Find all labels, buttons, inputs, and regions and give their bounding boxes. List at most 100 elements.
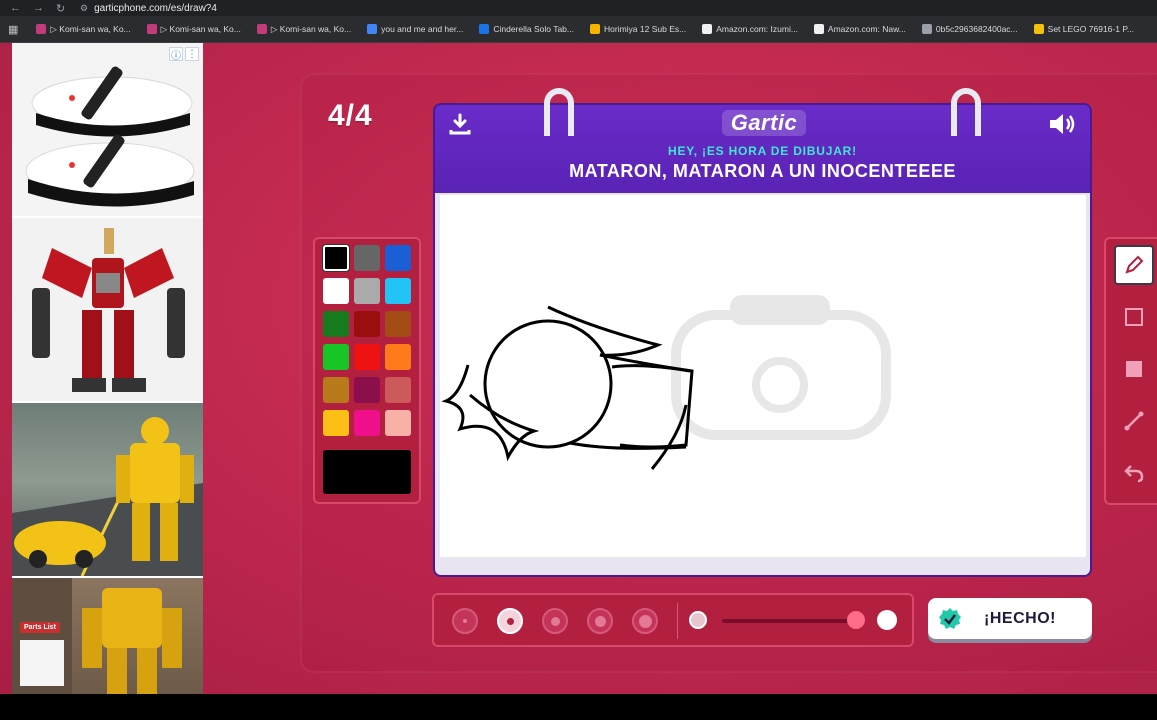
color-swatch[interactable] [354,311,380,337]
color-palette [313,237,421,504]
bookmark-favicon-icon [479,24,490,34]
color-swatch[interactable] [323,245,349,271]
bookmarks-bar: ▦ ▷ Komi-san wa, Ko... ▷ Komi-san wa, Ko.… [0,16,1157,43]
opacity-min-icon [689,611,707,629]
download-icon[interactable] [448,112,472,136]
controls-divider [677,603,678,639]
nav-buttons: ← → ↻ [0,2,80,15]
bookmark-item[interactable]: Set LEGO 76916-1 P... [1026,24,1142,35]
brush-size-option[interactable] [587,608,613,634]
color-swatch[interactable] [385,278,411,304]
done-button[interactable]: ¡HECHO! [928,598,1092,639]
brush-size-option[interactable] [497,608,523,634]
current-color-preview [323,450,411,494]
color-swatch[interactable] [323,311,349,337]
color-swatch[interactable] [354,377,380,403]
ad-badge[interactable]: ⓘ ⋮ [169,47,199,62]
brush-size-option[interactable] [452,608,478,634]
drawing-canvas[interactable] [440,195,1086,557]
ad-transformer-set[interactable]: Parts List [12,578,203,694]
gartic-logo: Gartic [722,110,806,136]
pen-icon [1125,255,1144,274]
bookmark-label: Cinderella Solo Tab... [493,24,574,34]
undo-tool[interactable] [1114,453,1154,493]
color-swatch[interactable] [354,245,380,271]
ad-bumblebee-car[interactable] [12,403,203,576]
bookmark-item[interactable]: 0b5c2963682400ac... [914,24,1026,35]
color-swatch[interactable] [354,344,380,370]
undo-icon [1124,465,1144,483]
bookmark-label: 0b5c2963682400ac... [935,24,1018,34]
color-swatch[interactable] [385,410,411,436]
bookmark-item[interactable]: ▷ Komi-san wa, Ko... [139,24,249,35]
url-text[interactable]: garticphone.com/es/draw?4 [94,3,217,14]
opacity-slider-knob[interactable] [847,611,865,629]
color-swatch[interactable] [385,311,411,337]
color-swatch[interactable] [385,344,411,370]
color-swatches [323,245,411,436]
site-info-icon[interactable]: ⚙ [80,3,88,14]
bookmark-item[interactable]: Horimiya 12 Sub Es... [582,24,694,35]
color-swatch[interactable] [323,344,349,370]
ad-column: ⓘ ⋮ Parts List [12,43,203,694]
bookmark-favicon-icon [702,24,713,34]
line-icon [1124,411,1144,431]
bookmark-item[interactable]: ▷ Komi-san wa, Ko... [28,24,138,35]
brush-size-dot [638,614,652,628]
apps-grid-icon[interactable]: ▦ [8,23,18,36]
opacity-max-icon [877,610,897,630]
forward-icon[interactable]: → [33,2,44,15]
done-label: ¡HECHO! [984,609,1056,627]
color-swatch[interactable] [354,278,380,304]
volume-icon[interactable] [1048,112,1078,136]
color-swatch[interactable] [323,377,349,403]
opacity-slider[interactable] [722,619,858,623]
reload-icon[interactable]: ↻ [56,2,65,15]
color-swatch[interactable] [323,410,349,436]
bookmark-favicon-icon [813,24,824,34]
ad-red-robot-toy[interactable] [12,218,203,401]
rectangle-outline-icon [1125,308,1143,326]
parts-list-badge: Parts List [20,622,60,633]
ad-clog-shoes[interactable]: ⓘ ⋮ [12,43,203,216]
brush-size-option[interactable] [542,608,568,634]
bookmark-label: you and me and her... [381,24,464,34]
bookmark-label: Amazon.com: Izumi... [716,24,798,34]
brush-size-option[interactable] [632,608,658,634]
gartic-phone-watermark [671,295,891,440]
brush-controls [432,593,914,647]
check-icon [939,607,961,629]
rectangle-outline-tool[interactable] [1114,297,1154,337]
bookmark-label: ▷ Komi-san wa, Ko... [50,23,131,34]
bookmark-label: ▷ Komi-san wa, Ko... [270,23,352,34]
line-tool[interactable] [1114,401,1154,441]
bookmark-item[interactable]: ▷ Komi-san wa, Ko... [249,24,359,35]
bookmark-favicon-icon [1033,24,1044,34]
pen-tool[interactable] [1114,245,1154,285]
bookmark-favicon-icon [367,24,378,34]
round-counter: 4/4 [328,99,373,132]
bookmark-label: Horimiya 12 Sub Es... [604,24,687,34]
address-bar: ← → ↻ ⚙ garticphone.com/es/draw?4 [0,0,1157,16]
draw-hint: HEY, ¡ES HORA DE DIBUJAR! [668,144,857,158]
binder-ring-right [951,88,981,136]
phrase-to-draw: MATARON, MATARON A UN INOCENTEEEE [569,161,956,181]
bookmark-favicon-icon [590,24,600,34]
bookmark-list: ▷ Komi-san wa, Ko... ▷ Komi-san wa, Ko...… [28,24,1142,35]
bookmark-item[interactable]: Cinderella Solo Tab... [471,24,582,35]
rectangle-fill-tool[interactable] [1114,349,1154,389]
color-swatch[interactable] [385,377,411,403]
bookmark-favicon-icon [36,24,47,34]
color-swatch[interactable] [354,410,380,436]
color-swatch[interactable] [385,245,411,271]
bookmark-item[interactable]: you and me and her... [359,24,471,35]
ad-info-icon[interactable]: ⓘ [169,47,183,62]
brush-size-dot [550,616,560,626]
binder-ring-left [544,88,574,136]
bookmark-item[interactable]: Amazon.com: Izumi... [694,24,806,35]
bookmark-favicon-icon [921,24,932,34]
back-icon[interactable]: ← [10,2,21,15]
bookmark-item[interactable]: Amazon.com: Naw... [806,24,914,35]
color-swatch[interactable] [323,278,349,304]
ad-more-icon[interactable]: ⋮ [185,47,199,61]
